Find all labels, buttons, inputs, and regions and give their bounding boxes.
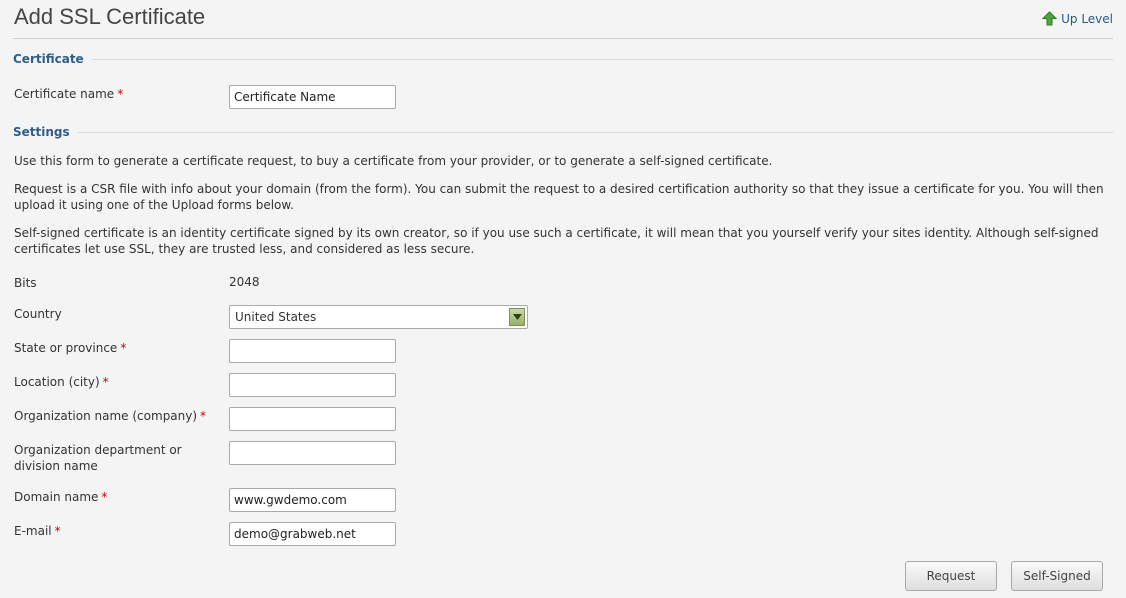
organization-label-text: Organization name (company) xyxy=(14,409,198,423)
certificate-name-label: Certificate name * xyxy=(14,86,214,102)
description-paragraph: Use this form to generate a certificate … xyxy=(14,154,773,168)
email-label: E-mail * xyxy=(14,523,214,539)
up-arrow-icon xyxy=(1041,11,1058,26)
description-paragraph: Request is a CSR file with info about yo… xyxy=(14,182,1104,212)
certificate-name-input[interactable] xyxy=(229,85,396,109)
section-settings-title: Settings xyxy=(13,125,70,139)
email-input[interactable] xyxy=(229,522,396,546)
required-marker: * xyxy=(120,341,127,355)
bits-label: Bits xyxy=(14,276,37,290)
required-marker: * xyxy=(54,524,61,538)
organization-label: Organization name (company) * xyxy=(14,408,214,424)
domain-label-text: Domain name xyxy=(14,490,99,504)
location-label-text: Location (city) xyxy=(14,375,100,389)
department-label: Organization department or division name xyxy=(14,443,182,473)
section-certificate: Certificate xyxy=(13,52,1113,66)
section-divider xyxy=(77,131,1113,133)
title-divider xyxy=(13,38,1113,39)
location-input[interactable] xyxy=(229,373,396,397)
required-marker: * xyxy=(117,87,124,101)
required-marker: * xyxy=(200,409,207,423)
country-selected-value: United States xyxy=(235,310,317,324)
certificate-name-label-text: Certificate name xyxy=(14,87,115,101)
country-label: Country xyxy=(14,307,62,321)
department-input[interactable] xyxy=(229,441,396,465)
required-marker: * xyxy=(101,490,108,504)
chevron-down-icon[interactable] xyxy=(509,308,525,326)
description-paragraph: Self-signed certificate is an identity c… xyxy=(14,226,1099,256)
location-label: Location (city) * xyxy=(14,374,214,390)
email-label-text: E-mail xyxy=(14,524,52,538)
organization-input[interactable] xyxy=(229,407,396,431)
state-label-text: State or province xyxy=(14,341,118,355)
section-divider xyxy=(91,58,1113,60)
bits-value: 2048 xyxy=(229,275,260,289)
domain-label: Domain name * xyxy=(14,489,214,505)
domain-input[interactable] xyxy=(229,488,396,512)
required-marker: * xyxy=(102,375,109,389)
up-level-label: Up Level xyxy=(1061,11,1113,26)
country-select[interactable]: United States xyxy=(229,305,528,329)
up-level-link[interactable]: Up Level xyxy=(1041,11,1113,26)
state-label: State or province * xyxy=(14,340,214,356)
state-input[interactable] xyxy=(229,339,396,363)
page-title: Add SSL Certificate xyxy=(14,4,206,29)
section-certificate-title: Certificate xyxy=(13,52,84,66)
request-button[interactable]: Request xyxy=(905,561,997,591)
section-settings: Settings xyxy=(13,125,1113,139)
self-signed-button[interactable]: Self-Signed xyxy=(1011,561,1103,591)
